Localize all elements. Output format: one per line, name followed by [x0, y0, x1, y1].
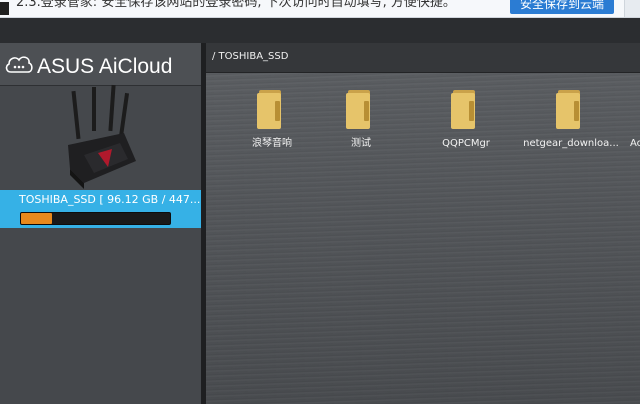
password-manager-icon — [0, 2, 9, 15]
folder-item[interactable]: 浪琴音响 — [222, 87, 322, 157]
folder-item[interactable]: 测试 — [311, 87, 411, 157]
folder-item[interactable]: Ac — [618, 87, 640, 157]
folder-icon — [257, 90, 281, 129]
storage-device-item[interactable]: TOSHIBA_SSD [ 96.12 GB / 447... — [0, 190, 205, 228]
storage-usage-fill — [21, 213, 53, 224]
folder-item[interactable]: netgear_downloa... — [521, 87, 621, 157]
password-save-message: 2.3.登录管家: 安全保存该网站的登录密码, 下次访问时自动填写, 方便快捷。 — [16, 0, 456, 10]
aicloud-logo-icon — [5, 56, 33, 73]
file-browser: / TOSHIBA_SSD 浪琴音响 测试 QQPCMgr netgear_do… — [206, 43, 640, 404]
sidebar: ASUS AiCloud TOSHIBA_SSD [ 96.12 GB / 44… — [0, 43, 205, 404]
app-title: ASUS AiCloud — [37, 55, 173, 78]
folder-item[interactable]: QQPCMgr — [416, 87, 516, 157]
sidebar-header: ASUS AiCloud — [0, 43, 205, 86]
password-save-bar: 2.3.登录管家: 安全保存该网站的登录密码, 下次访问时自动填写, 方便快捷。… — [0, 0, 640, 18]
folder-label: Ac — [630, 138, 640, 149]
breadcrumb[interactable]: / TOSHIBA_SSD — [212, 49, 288, 65]
device-name: TOSHIBA_SSD [ 96.12 GB / 447... — [19, 193, 201, 206]
folder-icon — [451, 90, 475, 129]
folder-icon — [556, 90, 580, 129]
bar-edge — [624, 0, 640, 17]
router-image — [68, 84, 136, 189]
breadcrumb-bar: / TOSHIBA_SSD — [206, 43, 640, 73]
folder-label: QQPCMgr — [442, 138, 490, 149]
folder-label: netgear_downloa... — [523, 138, 619, 149]
folder-label: 测试 — [351, 138, 371, 149]
storage-usage-bar — [20, 212, 171, 225]
folder-icon — [346, 90, 370, 129]
save-to-cloud-button[interactable]: 安全保存到云端 — [510, 0, 614, 14]
folder-label: 浪琴音响 — [252, 138, 292, 149]
